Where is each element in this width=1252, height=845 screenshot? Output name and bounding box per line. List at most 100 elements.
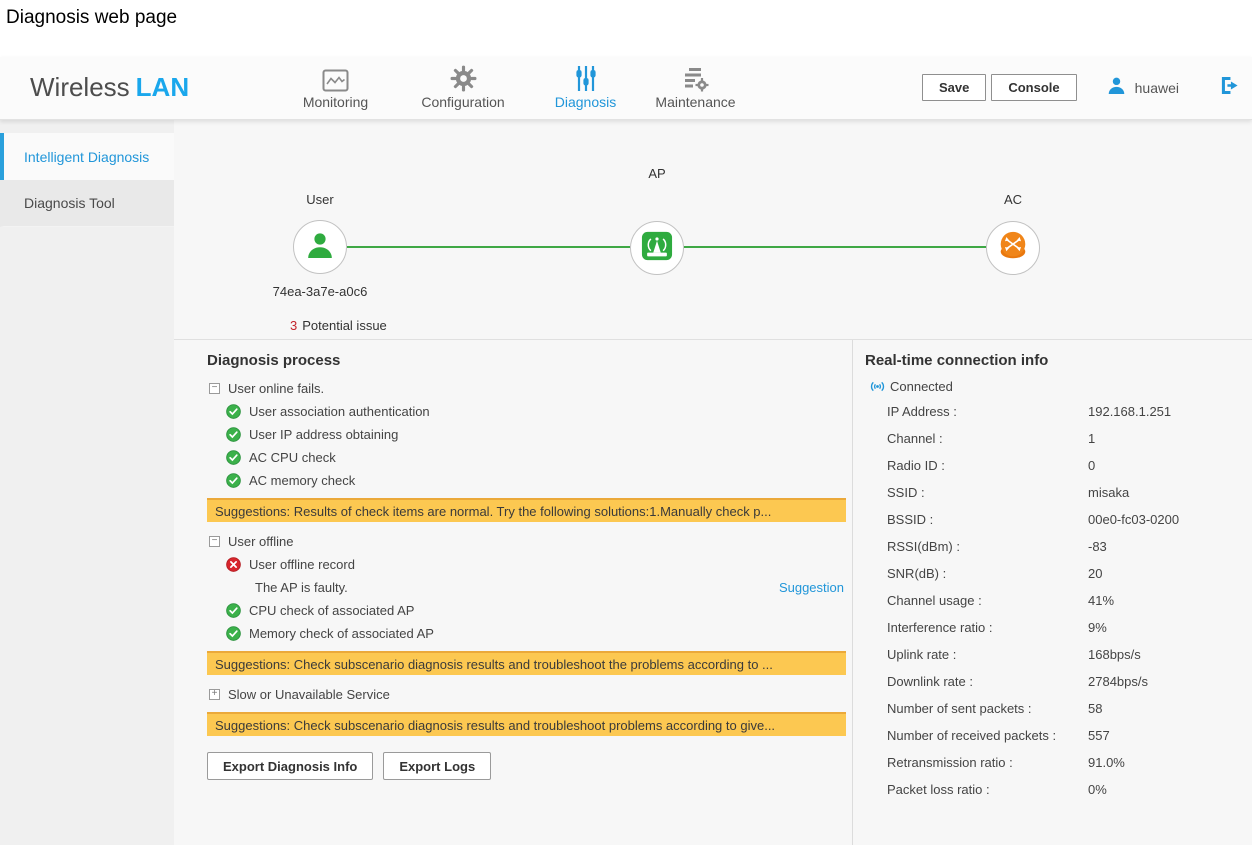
info-row: Channel usage :41%: [887, 587, 1252, 614]
export-actions: Export Diagnosis Info Export Logs: [207, 752, 846, 780]
section-header-label: Slow or Unavailable Service: [228, 687, 390, 702]
info-row: RSSI(dBm) :-83: [887, 533, 1252, 560]
info-value: 0%: [1088, 782, 1107, 797]
info-value: 168bps/s: [1088, 647, 1141, 662]
info-label: Uplink rate :: [887, 647, 1088, 662]
info-value: misaka: [1088, 485, 1129, 500]
info-label: Interference ratio :: [887, 620, 1088, 635]
info-row: Retransmission ratio :91.0%: [887, 749, 1252, 776]
username-label: huawei: [1135, 80, 1179, 96]
info-label: SNR(dB) :: [887, 566, 1088, 581]
check-item-label: Memory check of associated AP: [249, 626, 434, 641]
info-row: Channel :1: [887, 425, 1252, 452]
info-value: 00e0-fc03-0200: [1088, 512, 1179, 527]
info-value: 1: [1088, 431, 1095, 446]
nav-configuration[interactable]: Configuration: [393, 63, 533, 110]
ap-node-label: AP: [617, 166, 697, 181]
ac-node-label: AC: [973, 192, 1053, 207]
issue-count: 3: [290, 318, 297, 333]
check-item: AC CPU check: [226, 450, 846, 465]
collapse-icon[interactable]: −: [209, 383, 220, 394]
main-content: User AP AC 74ea-3a7e-a0c6 3Potential: [174, 120, 1252, 845]
info-row: Interference ratio :9%: [887, 614, 1252, 641]
info-row: SSID :misaka: [887, 479, 1252, 506]
nav-monitoring[interactable]: Monitoring: [278, 63, 393, 110]
user-node[interactable]: [293, 220, 347, 274]
main-nav: Monitoring Configuration Diagnosis Maint…: [278, 63, 753, 110]
check-pass-icon: [226, 450, 241, 465]
collapse-icon[interactable]: −: [209, 536, 220, 547]
check-pass-icon: [226, 427, 241, 442]
configuration-icon: [393, 63, 533, 92]
ac-node-icon: [996, 229, 1030, 268]
link-ap-ac: [684, 246, 986, 248]
user-node-icon: [305, 230, 335, 265]
ac-node[interactable]: [986, 221, 1040, 275]
info-value: 58: [1088, 701, 1102, 716]
info-row: Number of received packets :557: [887, 722, 1252, 749]
info-label: Number of received packets :: [887, 728, 1088, 743]
check-item-label: User association authentication: [249, 404, 430, 419]
topology-diagram: User AP AC 74ea-3a7e-a0c6 3Potential: [174, 120, 1252, 340]
brand-part2: LAN: [136, 72, 189, 102]
sidebar-item-diagnosis-tool[interactable]: Diagnosis Tool: [0, 180, 174, 227]
check-item-label: AC memory check: [249, 473, 355, 488]
ap-node[interactable]: [630, 221, 684, 275]
suggestion-link[interactable]: Suggestion: [779, 580, 844, 595]
export-diagnosis-info-button[interactable]: Export Diagnosis Info: [207, 752, 373, 780]
logout-button[interactable]: [1219, 76, 1240, 100]
monitoring-icon: [278, 63, 393, 92]
nav-diagnosis-label: Diagnosis: [533, 94, 638, 110]
user-mac-address: 74ea-3a7e-a0c6: [240, 284, 400, 299]
ap-node-icon: [641, 230, 673, 267]
info-value: 9%: [1088, 620, 1107, 635]
diagnosis-process-title: Diagnosis process: [207, 352, 846, 369]
logout-icon: [1219, 76, 1240, 100]
nav-configuration-label: Configuration: [393, 94, 533, 110]
user-avatar[interactable]: [1107, 76, 1126, 100]
save-button[interactable]: Save: [922, 74, 986, 101]
app-window: WirelessLAN Monitoring Configuration Dia…: [0, 57, 1252, 845]
info-row: Packet loss ratio :0%: [887, 776, 1252, 803]
check-item-label: CPU check of associated AP: [249, 603, 414, 618]
connection-status-label: Connected: [890, 379, 953, 394]
section-slow-service: + Slow or Unavailable Service: [209, 687, 846, 702]
info-label: Channel :: [887, 431, 1088, 446]
connection-rows: IP Address :192.168.1.251 Channel :1 Rad…: [865, 398, 1252, 803]
connection-info-panel: Real-time connection info Connected IP A…: [853, 340, 1252, 845]
info-value: 91.0%: [1088, 755, 1125, 770]
info-row: Downlink rate :2784bps/s: [887, 668, 1252, 695]
check-pass-icon: [226, 473, 241, 488]
info-row: IP Address :192.168.1.251: [887, 398, 1252, 425]
nav-maintenance[interactable]: Maintenance: [638, 63, 753, 110]
check-item-label: User offline record: [249, 557, 355, 572]
info-value: 41%: [1088, 593, 1114, 608]
diagnosis-icon: [533, 63, 638, 92]
info-label: Radio ID :: [887, 458, 1088, 473]
expand-icon[interactable]: +: [209, 689, 220, 700]
brand-logo: WirelessLAN: [30, 72, 189, 103]
check-item: User IP address obtaining: [226, 427, 846, 442]
connection-info-title: Real-time connection info: [865, 352, 1252, 369]
info-label: Channel usage :: [887, 593, 1088, 608]
link-user-ap: [347, 246, 630, 248]
console-button[interactable]: Console: [991, 74, 1076, 101]
nav-maintenance-label: Maintenance: [638, 94, 753, 110]
connection-status: Connected: [869, 379, 1252, 394]
user-icon: [1107, 76, 1126, 100]
export-logs-button[interactable]: Export Logs: [383, 752, 491, 780]
section-user-offline: − User offline: [209, 534, 846, 549]
info-label: Downlink rate :: [887, 674, 1088, 689]
sidebar-item-intelligent-diagnosis[interactable]: Intelligent Diagnosis: [0, 133, 174, 180]
potential-issue-label[interactable]: 3Potential issue: [290, 318, 387, 333]
suggestion-bar: Suggestions: Results of check items are …: [207, 498, 846, 522]
user-node-label: User: [280, 192, 360, 207]
info-label: RSSI(dBm) :: [887, 539, 1088, 554]
suggestion-bar: Suggestions: Check subscenario diagnosis…: [207, 651, 846, 675]
info-value: 0: [1088, 458, 1095, 473]
check-item-label: AC CPU check: [249, 450, 336, 465]
info-value: 192.168.1.251: [1088, 404, 1171, 419]
info-row: BSSID :00e0-fc03-0200: [887, 506, 1252, 533]
nav-diagnosis[interactable]: Diagnosis: [533, 63, 638, 110]
info-row: Radio ID :0: [887, 452, 1252, 479]
